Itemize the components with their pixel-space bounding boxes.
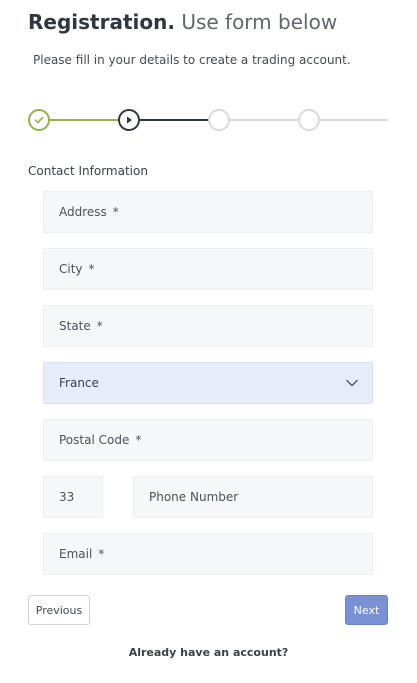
step-connector-3 bbox=[230, 119, 300, 121]
email-placeholder: Email bbox=[59, 547, 93, 561]
step-3-pending bbox=[208, 109, 230, 131]
address-field[interactable]: Address * bbox=[43, 191, 373, 233]
phone-code-field[interactable]: 33 bbox=[43, 476, 103, 518]
progress-stepper bbox=[28, 109, 388, 131]
state-placeholder: State bbox=[59, 319, 91, 333]
previous-button[interactable]: Previous bbox=[28, 595, 90, 625]
next-button[interactable]: Next bbox=[345, 595, 388, 625]
step-connector-1 bbox=[48, 119, 128, 121]
step-4-pending bbox=[298, 109, 320, 131]
step-connector-4 bbox=[320, 119, 388, 121]
chevron-down-icon bbox=[346, 379, 358, 387]
country-selected-value: France bbox=[59, 376, 99, 390]
city-placeholder: City bbox=[59, 262, 83, 276]
address-placeholder: Address bbox=[59, 205, 107, 219]
login-link[interactable]: Already have an account? bbox=[0, 646, 417, 659]
city-field[interactable]: City * bbox=[43, 248, 373, 290]
country-select[interactable]: France bbox=[43, 362, 373, 404]
step-connector-2 bbox=[139, 119, 209, 121]
page-subtitle: Please fill in your details to create a … bbox=[33, 53, 351, 67]
email-field[interactable]: Email * bbox=[43, 533, 373, 575]
phone-number-placeholder: Phone Number bbox=[149, 490, 239, 504]
required-mark: * bbox=[112, 205, 119, 219]
page-title: Registration. Use form below bbox=[28, 10, 337, 34]
play-icon bbox=[127, 116, 132, 124]
step-1-completed bbox=[28, 109, 50, 131]
required-mark: * bbox=[96, 319, 103, 333]
phone-code-value: 33 bbox=[59, 490, 75, 504]
section-label-contact: Contact Information bbox=[28, 164, 148, 178]
check-icon bbox=[34, 116, 44, 124]
required-mark: * bbox=[98, 547, 105, 561]
postal-code-placeholder: Postal Code bbox=[59, 433, 130, 447]
required-mark: * bbox=[135, 433, 142, 447]
state-field[interactable]: State * bbox=[43, 305, 373, 347]
required-mark: * bbox=[88, 262, 95, 276]
postal-code-field[interactable]: Postal Code * bbox=[43, 419, 373, 461]
page-title-bold: Registration. bbox=[28, 10, 175, 34]
page-title-light: Use form below bbox=[181, 10, 338, 34]
step-2-current bbox=[118, 109, 140, 131]
phone-number-field[interactable]: Phone Number bbox=[133, 476, 373, 518]
